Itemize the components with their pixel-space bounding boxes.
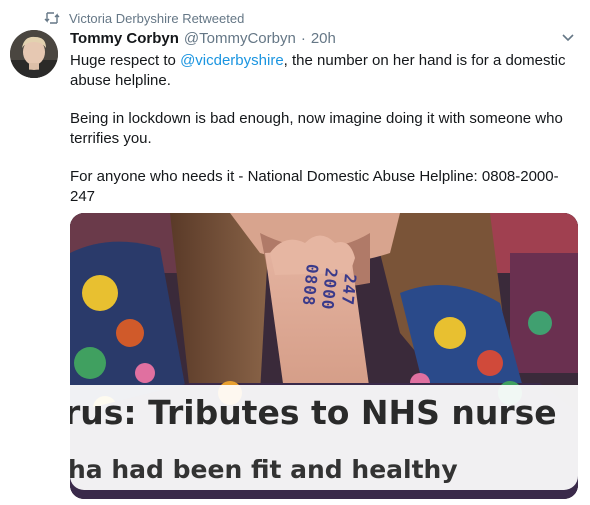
chevron-down-icon[interactable]: [562, 34, 574, 42]
avatar[interactable]: [10, 30, 58, 78]
user-handle[interactable]: @TommyCorbyn: [184, 30, 296, 47]
separator-dot: ·: [300, 30, 306, 47]
subline-text: ha had been fit and healthy: [70, 455, 458, 484]
retweet-context: Victoria Derbyshire Retweeted: [44, 9, 244, 27]
hand-number-line-3: 247: [337, 273, 360, 307]
avatar-image: [10, 30, 58, 78]
retweet-label[interactable]: Victoria Derbyshire Retweeted: [69, 11, 244, 26]
headline-text: rus: Tributes to NHS nurse: [70, 393, 557, 432]
mention-link[interactable]: @vicderbyshire: [180, 52, 284, 69]
display-name[interactable]: Tommy Corbyn: [70, 30, 179, 47]
tweet-paragraph-2: Being in lockdown is bad enough, now ima…: [70, 110, 563, 147]
tweet-text: Huge respect to @vicderbyshire, the numb…: [70, 51, 582, 225]
timestamp[interactable]: 20h: [311, 30, 336, 47]
tweet[interactable]: Victoria Derbyshire Retweeted Tommy Corb…: [0, 0, 590, 505]
text-span: Huge respect to: [70, 52, 181, 69]
retweet-icon: [44, 12, 60, 24]
caption-clip: rus: Tributes to NHS nurse ha had been f…: [70, 385, 578, 499]
tweet-header: Tommy Corbyn @TommyCorbyn · 20h: [70, 30, 336, 50]
tweet-paragraph-3: For anyone who needs it - National Domes…: [70, 168, 559, 205]
tweet-paragraph-1: Huge respect to @vicderbyshire, the numb…: [70, 51, 582, 90]
